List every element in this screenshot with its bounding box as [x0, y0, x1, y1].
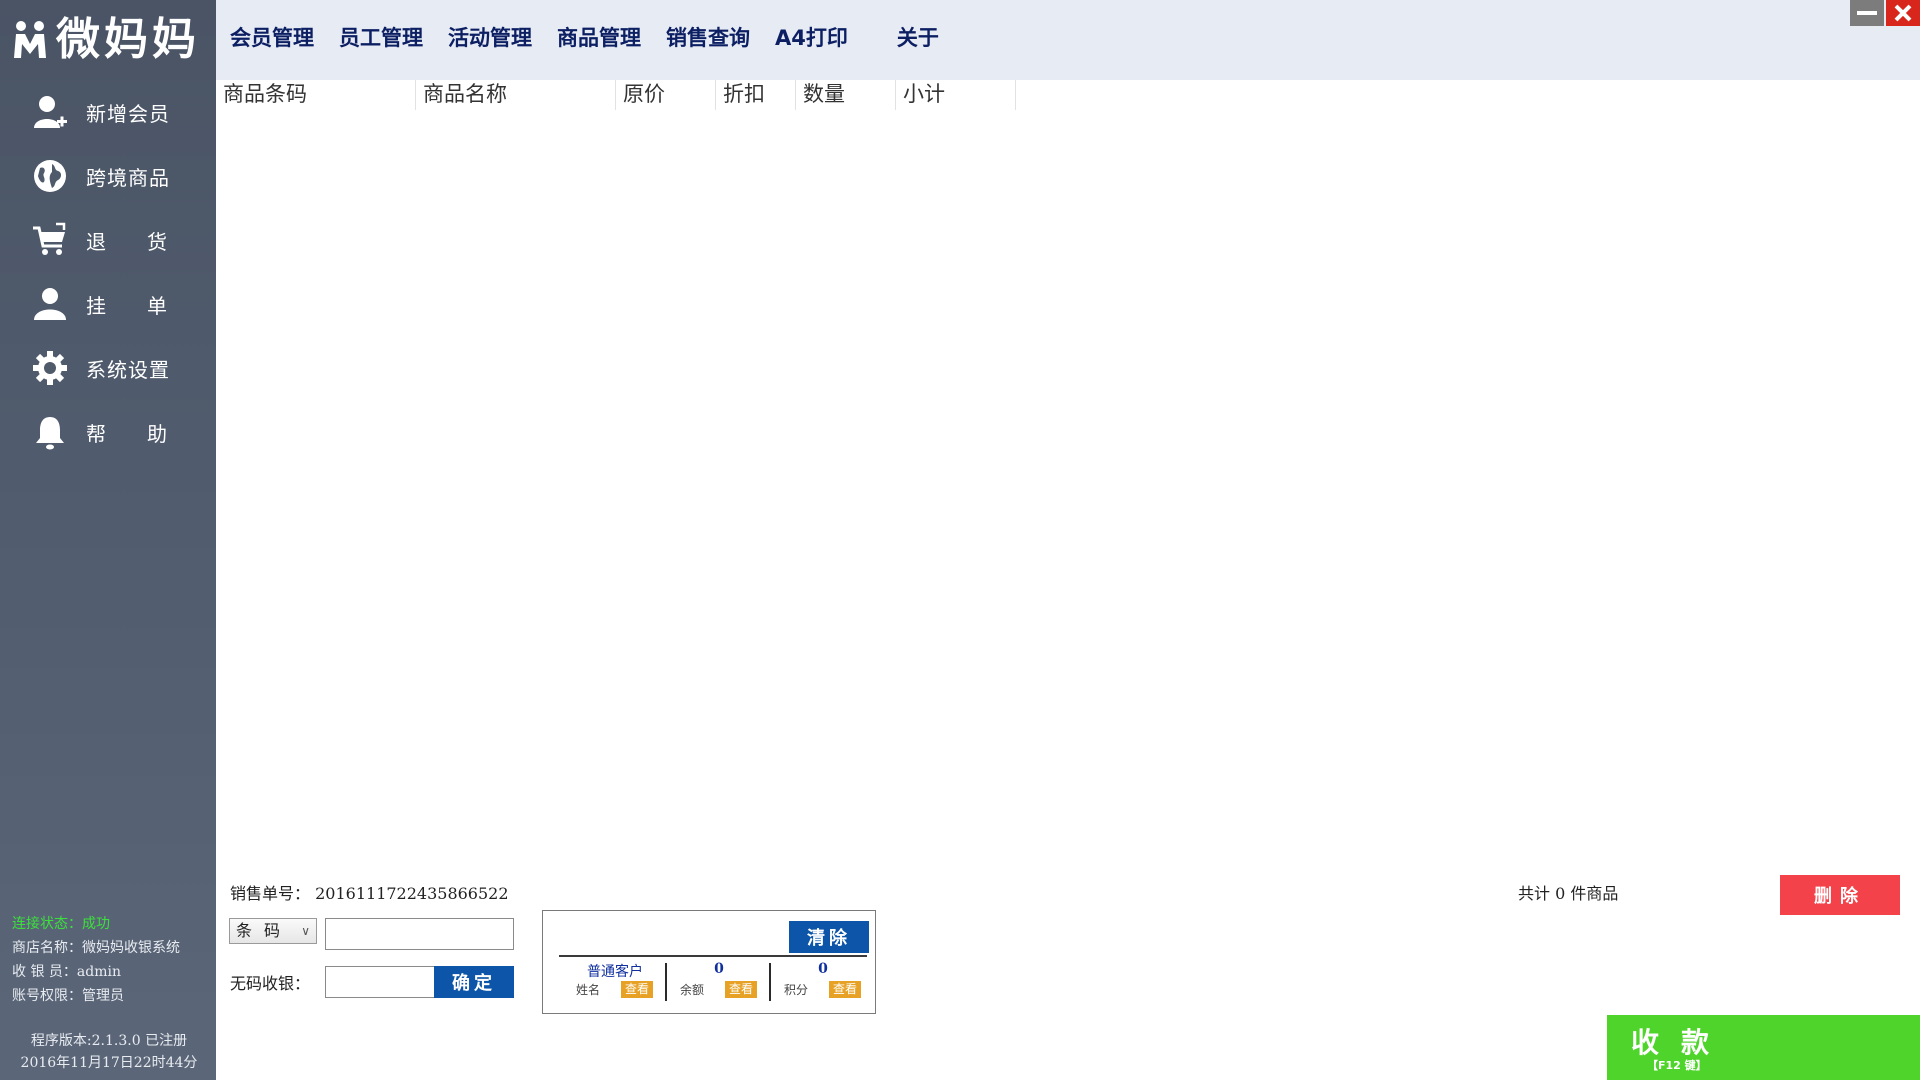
member-points-col: 0 积分 查看 [771, 959, 875, 1009]
close-button[interactable] [1886, 0, 1920, 26]
globe-icon [32, 158, 68, 194]
column-subtotal: 小计 [896, 80, 1016, 110]
member-name-col: 普通客户 姓名 查看 [563, 959, 667, 1009]
member-name-key: 姓名 [575, 983, 600, 997]
member-info-card: 清除 普通客户 姓名 查看 0 余额 查看 0 积分 查看 [542, 910, 876, 1014]
menu-staff-management[interactable]: 员工管理 [339, 22, 423, 52]
cart-icon [32, 222, 68, 258]
product-table-header: 商品条码 商品名称 原价 折扣 数量 小计 [216, 80, 1016, 110]
column-original-price: 原价 [616, 80, 716, 110]
sidebar-item-hold-order[interactable]: 挂 单 [0, 272, 216, 336]
view-points-button[interactable]: 查看 [829, 981, 861, 998]
family-logo-icon [14, 21, 46, 58]
member-balance-key: 余额 [679, 983, 704, 997]
datetime-line: 2016年11月17日22时44分 [20, 1055, 198, 1071]
sidebar-item-label: 挂 单 [86, 293, 168, 318]
order-number: 2016111722435866522 [315, 884, 509, 903]
sidebar: 微妈妈 新增会员 跨境商品 退 货 挂 单 系统设置 帮 助 连接状态：成功 商… [0, 0, 216, 1080]
close-icon [1894, 4, 1912, 22]
delete-button[interactable]: 删除 [1780, 875, 1900, 915]
view-name-button[interactable]: 查看 [621, 981, 653, 998]
menu-sales-query[interactable]: 销售查询 [666, 22, 750, 52]
product-table-body [216, 110, 1920, 870]
menu-member-management[interactable]: 会员管理 [230, 22, 314, 52]
add-user-icon [32, 94, 68, 130]
menu-product-management[interactable]: 商品管理 [557, 22, 641, 52]
sidebar-item-label: 退 货 [86, 229, 168, 254]
gear-icon [32, 350, 68, 386]
no-code-amount-input[interactable] [325, 966, 435, 998]
connection-status: 连接状态：成功 [12, 916, 110, 932]
sidebar-item-add-member[interactable]: 新增会员 [0, 80, 216, 144]
chevron-down-icon: ∨ [301, 924, 310, 938]
column-barcode: 商品条码 [216, 80, 416, 110]
barcode-input[interactable] [325, 918, 514, 950]
member-name-value: 普通客户 [587, 964, 643, 980]
member-balance-value: 0 [714, 961, 724, 977]
sidebar-item-label: 跨境商品 [86, 165, 170, 190]
order-number-row: 销售单号： 2016111722435866522 [230, 880, 509, 904]
menu-about[interactable]: 关于 [897, 22, 939, 52]
menu-activity-management[interactable]: 活动管理 [448, 22, 532, 52]
menu-a4-print[interactable]: A4打印 [775, 22, 848, 52]
no-code-label: 无码收银： [230, 974, 311, 993]
version-info: 程序版本:2.1.3.0 已注册 2016年11月17日22时44分 [14, 1030, 204, 1074]
minimize-button[interactable] [1850, 0, 1884, 26]
minimize-icon [1857, 11, 1877, 15]
account-role: 账号权限：管理员 [12, 988, 124, 1004]
column-product-name: 商品名称 [416, 80, 616, 110]
member-divider [559, 955, 867, 957]
sidebar-item-label: 帮 助 [86, 421, 168, 446]
checkout-button[interactable]: 收款 【F12 键】 [1607, 1015, 1920, 1080]
search-type-value: 条码 [236, 921, 293, 940]
sidebar-item-label: 新增会员 [86, 101, 170, 126]
confirm-button[interactable]: 确定 [434, 966, 514, 998]
total-items-text: 共计 0 件商品 [1518, 884, 1619, 903]
member-points-value: 0 [818, 961, 828, 977]
search-type-select[interactable]: 条码 ∨ [229, 918, 317, 944]
checkout-hotkey-hint: 【F12 键】 [1647, 1059, 1707, 1072]
app-logo: 微妈妈 [12, 14, 200, 66]
checkout-label: 收款 [1631, 1026, 1732, 1059]
clear-member-button[interactable]: 清除 [789, 921, 869, 953]
column-quantity: 数量 [796, 80, 896, 110]
order-number-label: 销售单号： [230, 884, 311, 903]
bell-icon [32, 414, 68, 450]
sidebar-item-settings[interactable]: 系统设置 [0, 336, 216, 400]
top-menu-bar: 会员管理 员工管理 活动管理 商品管理 销售查询 A4打印 关于 [216, 0, 1920, 80]
sidebar-item-cross-border[interactable]: 跨境商品 [0, 144, 216, 208]
version-line: 程序版本:2.1.3.0 已注册 [30, 1033, 188, 1049]
sidebar-item-label: 系统设置 [86, 357, 170, 382]
shop-name: 商店名称：微妈妈收银系统 [12, 940, 180, 956]
column-discount: 折扣 [716, 80, 796, 110]
view-balance-button[interactable]: 查看 [725, 981, 757, 998]
logo-text: 微妈妈 [56, 14, 200, 65]
sidebar-item-help[interactable]: 帮 助 [0, 400, 216, 464]
member-balance-col: 0 余额 查看 [667, 959, 771, 1009]
connection-status-panel: 连接状态：成功 商店名称：微妈妈收银系统 收 银 员：admin 账号权限：管理… [12, 912, 180, 1008]
sidebar-item-return[interactable]: 退 货 [0, 208, 216, 272]
member-points-key: 积分 [783, 983, 808, 997]
main-menu: 会员管理 员工管理 活动管理 商品管理 销售查询 A4打印 关于 [230, 22, 964, 52]
sidebar-nav: 新增会员 跨境商品 退 货 挂 单 系统设置 帮 助 [0, 80, 216, 464]
cashier-name: 收 银 员：admin [12, 964, 121, 980]
user-icon [32, 286, 68, 322]
